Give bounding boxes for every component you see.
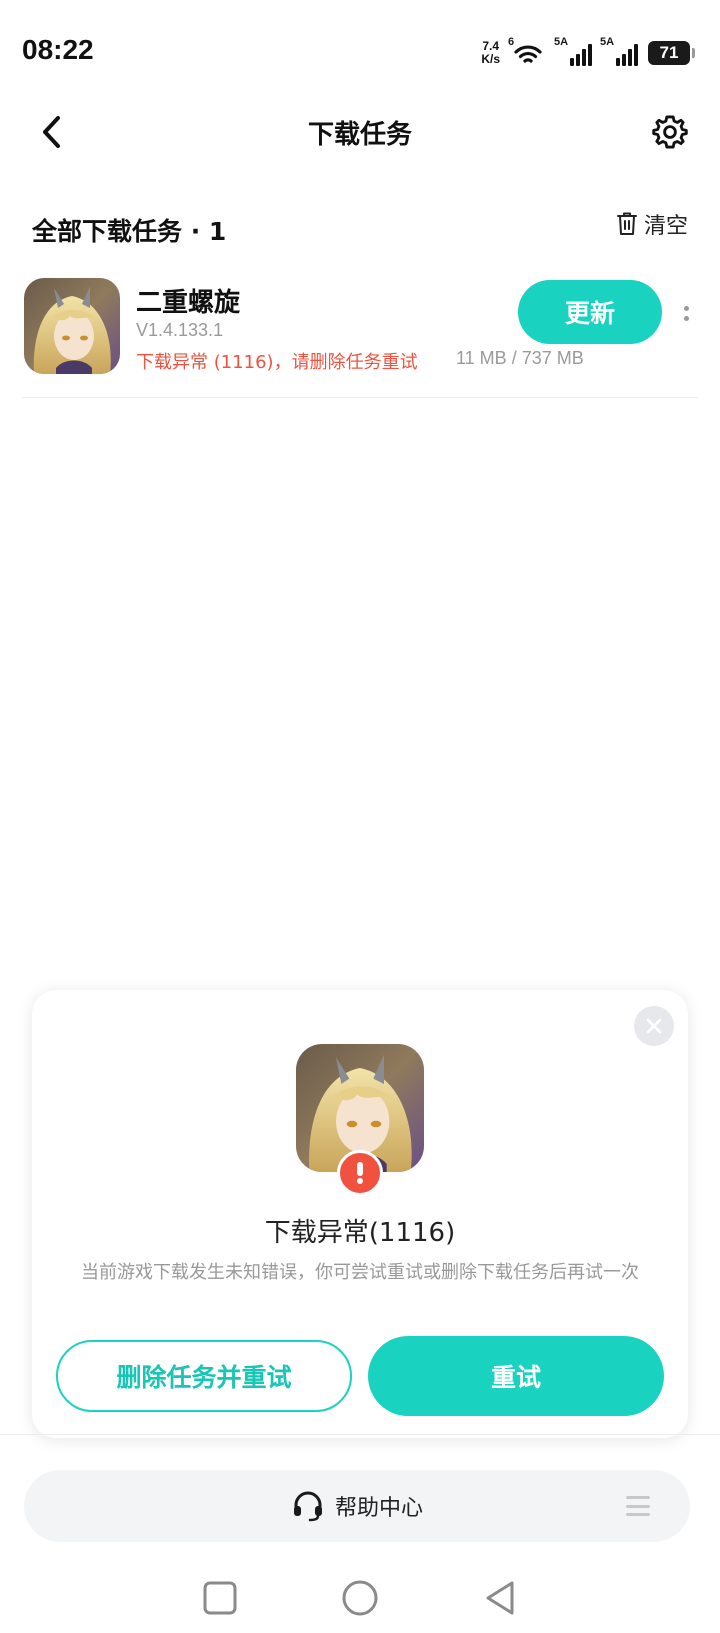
download-error-dialog: 下载异常(1116) 当前游戏下载发生未知错误，你可尝试重试或删除下载任务后再试… (32, 990, 688, 1438)
back-nav-button[interactable] (478, 1576, 522, 1620)
signal-sim2-icon: 5A (600, 36, 638, 66)
game-icon (24, 278, 120, 374)
clear-label: 清空 (643, 214, 688, 239)
bottom-divider (0, 1434, 720, 1435)
section-title: 全部下载任务 · 1 (32, 217, 227, 246)
more-dot-icon (683, 305, 689, 311)
task-version: V1.4.133.1 (136, 320, 224, 340)
menu-icon[interactable] (626, 1496, 650, 1516)
net-speed-unit: K/s (481, 52, 500, 66)
dialog-description: 当前游戏下载发生未知错误，你可尝试重试或删除下载任务后再试一次 (81, 1262, 639, 1283)
wifi-icon: 6 (508, 36, 546, 66)
help-center-label: 帮助中心 (334, 1496, 423, 1521)
battery-icon: 71 (648, 41, 695, 65)
square-icon (203, 1581, 237, 1615)
more-dot-icon (683, 315, 689, 321)
recent-apps-button[interactable] (198, 1576, 242, 1620)
system-nav-bar (0, 1570, 720, 1633)
gear-icon (652, 115, 688, 149)
download-task-row[interactable]: 二重螺旋 V1.4.133.1 下载异常 (1116)，请删除任务重试 11 M… (22, 276, 698, 398)
task-error-text: 下载异常 (1116)，请删除任务重试 (136, 352, 418, 373)
alert-icon (337, 1150, 383, 1196)
page-title: 下载任务 (307, 120, 412, 150)
task-name: 二重螺旋 (136, 288, 241, 318)
net-speed: 7.4 K/s (481, 40, 500, 66)
sim1-label: 5A (554, 36, 569, 48)
retry-button[interactable]: 重试 (368, 1336, 664, 1416)
more-options-button[interactable] (678, 300, 694, 326)
task-size: 11 MB / 737 MB (456, 348, 584, 368)
status-icons: 7.4 K/s 6 5A 5A 71 (481, 36, 695, 68)
signal-sim1-icon: 5A (554, 36, 592, 66)
status-time: 08:22 (22, 34, 94, 65)
help-center-button[interactable]: 帮助中心 (24, 1470, 690, 1542)
close-icon (646, 1018, 662, 1034)
clear-button[interactable]: 清空 (616, 208, 688, 240)
delete-and-retry-button[interactable]: 删除任务并重试 (56, 1340, 352, 1412)
header: 下载任务 (0, 100, 720, 170)
triangle-back-icon (486, 1581, 514, 1615)
sim2-label: 5A (600, 36, 615, 48)
update-button[interactable]: 更新 (518, 280, 662, 344)
status-bar: 08:22 7.4 K/s 6 5A 5A 71 (0, 0, 720, 100)
headset-icon (293, 1491, 322, 1522)
dialog-title: 下载异常(1116) (264, 1218, 456, 1248)
wifi-label: 6 (508, 36, 515, 48)
trash-icon (616, 212, 637, 235)
home-button[interactable] (338, 1576, 382, 1620)
circle-icon (342, 1580, 378, 1616)
help-bar: 帮助中心 (24, 1470, 690, 1542)
settings-button[interactable] (648, 110, 692, 154)
dialog-close-button[interactable] (634, 1006, 674, 1046)
